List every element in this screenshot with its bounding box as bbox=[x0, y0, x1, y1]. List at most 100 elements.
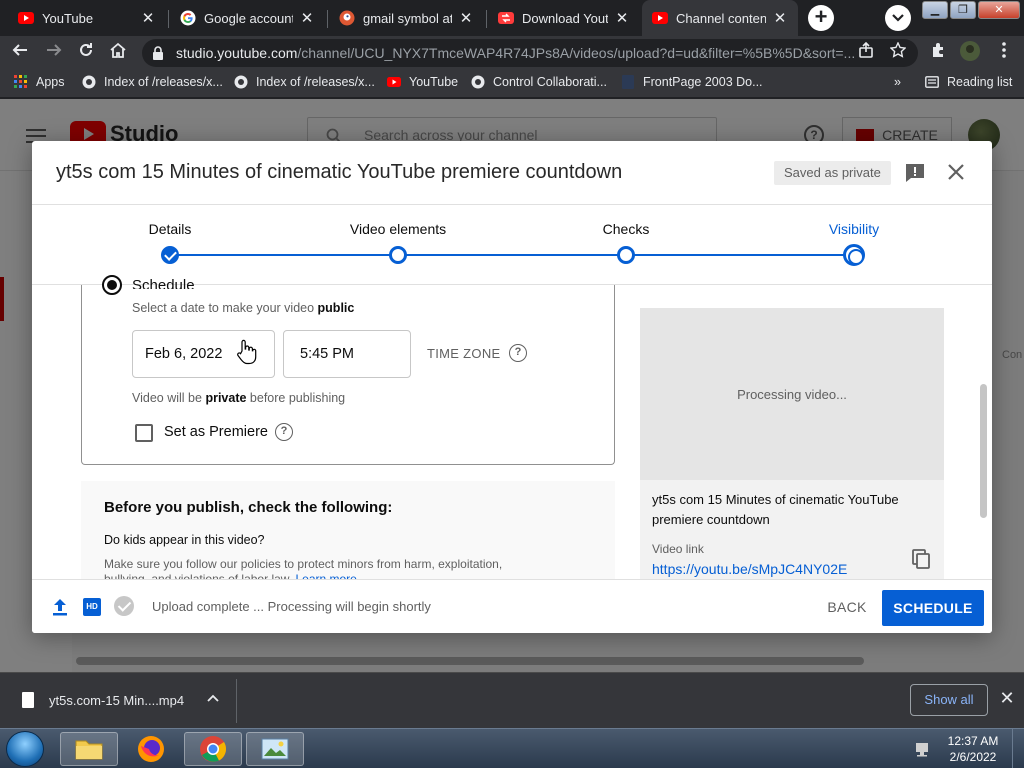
help-icon[interactable]: ? bbox=[509, 344, 527, 362]
video-link-label: Video link bbox=[652, 542, 704, 556]
profile-avatar-icon[interactable] bbox=[958, 41, 982, 65]
bookmark-label: Apps bbox=[36, 75, 65, 89]
lock-icon bbox=[153, 46, 163, 60]
browser-toolbar: studio.youtube.com/channel/UCU_NYX7TmceW… bbox=[0, 36, 1024, 70]
forward-arrow-icon[interactable] bbox=[42, 41, 66, 65]
page-icon bbox=[621, 75, 635, 89]
bookmark-youtube[interactable]: YouTube bbox=[387, 75, 458, 89]
globe-icon bbox=[234, 75, 248, 89]
checklist-description: Make sure you follow our policies to pro… bbox=[104, 557, 544, 581]
globe-icon bbox=[471, 75, 485, 89]
download-file-name[interactable]: yt5s.com-15 Min....mp4 bbox=[49, 693, 184, 708]
close-tab-icon[interactable]: ✕ bbox=[614, 9, 630, 27]
restore-button[interactable]: ❐ bbox=[950, 1, 976, 19]
bookmark-control-collab[interactable]: Control Collaborati... bbox=[471, 75, 607, 89]
close-tab-icon[interactable]: ✕ bbox=[772, 9, 788, 27]
upload-status: Upload complete ... Processing will begi… bbox=[152, 599, 431, 614]
step-video-elements[interactable]: Video elements bbox=[328, 221, 468, 237]
download-site-icon bbox=[498, 10, 514, 26]
bookmarks-overflow-icon[interactable]: » bbox=[894, 75, 901, 89]
bookmark-label: YouTube bbox=[409, 75, 459, 89]
minimize-button[interactable]: ▁ bbox=[922, 1, 948, 19]
tab-search-button[interactable] bbox=[885, 5, 911, 31]
url-path: /channel/UCU_NYX7TmceWAP4R74JPs8A/videos… bbox=[297, 45, 856, 61]
bookmark-frontpage[interactable]: FrontPage 2003 Do... bbox=[621, 75, 763, 89]
bookmark-index-1[interactable]: Index of /releases/x... bbox=[82, 75, 223, 89]
premiere-checkbox[interactable] bbox=[135, 424, 153, 442]
close-icon[interactable] bbox=[945, 161, 967, 183]
back-arrow-icon[interactable] bbox=[8, 41, 32, 65]
reading-list-label: Reading list bbox=[947, 75, 1013, 89]
step-visibility[interactable]: Visibility bbox=[784, 221, 924, 237]
bookmark-label: Index of /releases/x... bbox=[104, 75, 223, 89]
step-current-dot[interactable] bbox=[843, 244, 865, 266]
video-link[interactable]: https://youtu.be/sMpJC4NY02E bbox=[652, 561, 847, 577]
home-icon[interactable] bbox=[106, 41, 130, 65]
dialog-scrollbar[interactable] bbox=[980, 384, 987, 518]
close-icon[interactable]: ✕ bbox=[998, 689, 1016, 707]
url-host: studio.youtube.com bbox=[176, 45, 298, 61]
bookmark-star-icon[interactable] bbox=[886, 41, 910, 65]
hand-cursor-icon bbox=[235, 339, 257, 365]
help-icon[interactable]: ? bbox=[275, 423, 293, 441]
close-tab-icon[interactable]: ✕ bbox=[140, 9, 156, 27]
tab-separator bbox=[327, 10, 328, 28]
reading-list-icon bbox=[925, 75, 939, 89]
copy-icon[interactable] bbox=[910, 548, 932, 570]
step-dot[interactable] bbox=[617, 246, 635, 264]
tab-separator bbox=[168, 10, 169, 28]
step-details[interactable]: Details bbox=[100, 221, 240, 237]
tab-download-youtube[interactable]: Download Youtub ✕ bbox=[488, 3, 640, 33]
clock-time: 12:37 AM bbox=[947, 734, 999, 748]
step-dot[interactable] bbox=[389, 246, 407, 264]
chrome-menu-icon[interactable] bbox=[992, 41, 1016, 65]
step-done-check-icon[interactable] bbox=[161, 246, 179, 264]
firefox-icon[interactable] bbox=[122, 732, 180, 766]
tab-title: Google account n bbox=[204, 10, 293, 26]
timezone-button[interactable]: TIME ZONE bbox=[427, 346, 500, 361]
time-picker[interactable]: 5:45 PM bbox=[283, 330, 411, 378]
browser-tab-strip: YouTube ✕ Google account n ✕ gmail symbo… bbox=[0, 0, 1024, 36]
video-title: yt5s com 15 Minutes of cinematic YouTube… bbox=[652, 492, 899, 527]
system-clock[interactable]: 12:37 AM 2/6/2022 bbox=[940, 733, 1006, 765]
tab-youtube[interactable]: YouTube ✕ bbox=[8, 3, 166, 33]
tab-channel-content[interactable]: Channel content ✕ bbox=[642, 0, 798, 36]
dialog-footer: HD Upload complete ... Processing will b… bbox=[32, 579, 992, 633]
tab-google-account[interactable]: Google account n ✕ bbox=[170, 3, 325, 33]
reload-icon[interactable] bbox=[74, 41, 98, 65]
chevron-up-icon[interactable] bbox=[205, 690, 221, 706]
start-button[interactable] bbox=[6, 731, 44, 767]
schedule-button[interactable]: SCHEDULE bbox=[882, 590, 984, 626]
extensions-icon[interactable] bbox=[926, 41, 950, 65]
bookmark-index-2[interactable]: Index of /releases/x... bbox=[234, 75, 375, 89]
upload-dialog: yt5s com 15 Minutes of cinematic YouTube… bbox=[32, 141, 992, 633]
schedule-radio[interactable] bbox=[102, 275, 122, 295]
premiere-label: Set as Premiere bbox=[164, 424, 268, 440]
window-close-button[interactable]: ✕ bbox=[978, 1, 1020, 19]
show-desktop-button[interactable] bbox=[1012, 729, 1024, 768]
processing-text: Processing video... bbox=[737, 386, 847, 402]
new-tab-button[interactable]: + bbox=[808, 5, 834, 31]
tab-title: Download Youtub bbox=[522, 10, 608, 26]
share-icon[interactable] bbox=[854, 41, 878, 65]
address-bar[interactable]: studio.youtube.com/channel/UCU_NYX7TmceW… bbox=[142, 39, 918, 67]
tab-gmail-symbol[interactable]: gmail symbol at D ✕ bbox=[329, 3, 484, 33]
tab-title: YouTube bbox=[42, 10, 94, 26]
feedback-icon[interactable] bbox=[904, 162, 926, 184]
photo-viewer-icon[interactable] bbox=[246, 732, 304, 766]
bookmark-apps[interactable]: Apps bbox=[14, 75, 65, 89]
divider bbox=[236, 679, 237, 723]
close-tab-icon[interactable]: ✕ bbox=[458, 9, 474, 27]
checklist-question: Do kids appear in this video? bbox=[104, 533, 265, 547]
file-explorer-icon[interactable] bbox=[60, 732, 118, 766]
show-all-button[interactable]: Show all bbox=[910, 684, 988, 716]
youtube-icon bbox=[18, 10, 34, 26]
back-button[interactable]: BACK bbox=[818, 590, 876, 624]
chrome-icon[interactable] bbox=[184, 732, 242, 766]
chevron-down-icon bbox=[892, 14, 904, 22]
action-center-flag-icon[interactable] bbox=[914, 741, 932, 757]
reading-list-button[interactable]: Reading list bbox=[925, 75, 1012, 89]
close-tab-icon[interactable]: ✕ bbox=[299, 9, 315, 27]
step-checks[interactable]: Checks bbox=[556, 221, 696, 237]
windows-taskbar: 12:37 AM 2/6/2022 bbox=[0, 728, 1024, 768]
